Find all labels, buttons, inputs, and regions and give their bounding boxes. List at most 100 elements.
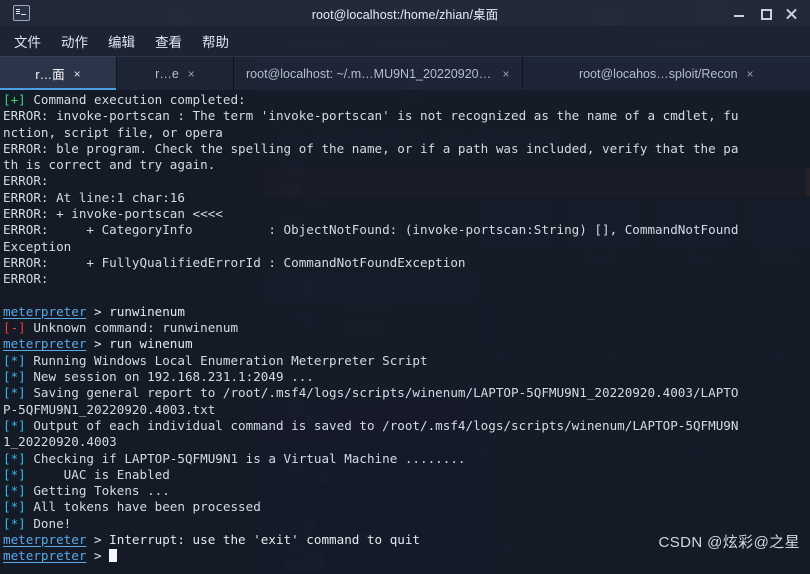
terminal-line: Exception xyxy=(3,239,810,255)
terminal-text: meterpreter xyxy=(3,336,87,352)
menu-item-edit[interactable]: 编辑 xyxy=(108,31,135,51)
terminal-text: [*] xyxy=(3,352,26,368)
tab-2-close-icon[interactable]: × xyxy=(188,68,195,80)
terminal-text: meterpreter xyxy=(3,532,87,548)
window-controls xyxy=(733,7,810,20)
terminal-text: [*] xyxy=(3,466,26,482)
terminal-text: ERROR: + invoke-portscan <<<< xyxy=(3,206,223,222)
tab-3[interactable]: root@localhost: ~/.m…MU9N1_20220920.4003… xyxy=(234,56,523,90)
tab-4-label: root@locahos…sploit/Recon xyxy=(578,66,738,81)
terminal-text: ERROR: xyxy=(3,271,49,287)
terminal-line: meterpreter > xyxy=(3,548,810,564)
terminal-line: ERROR: ble program. Check the spelling o… xyxy=(3,141,810,157)
terminal-text: [*] xyxy=(3,385,26,401)
terminal-text: Checking if LAPTOP-5QFMU9N1 is a Virtual… xyxy=(25,450,466,466)
terminal-text: Running Windows Local Enumeration Meterp… xyxy=(25,352,428,368)
terminal-line: th is correct and try again. xyxy=(3,157,810,173)
terminal-line: [*] Output of each individual command is… xyxy=(3,418,810,434)
tab-4[interactable]: root@locahos…sploit/Recon × xyxy=(522,56,810,90)
tab-1-label: r…面 xyxy=(35,68,65,82)
terminal-icon xyxy=(13,5,30,21)
terminal-text: [*] xyxy=(3,417,26,433)
terminal-line: [*] Getting Tokens ... xyxy=(3,483,810,499)
terminal-text: > runwinenum xyxy=(86,303,185,319)
maximize-button[interactable] xyxy=(759,7,772,20)
terminal-line: [*] New session on 192.168.231.1:2049 ..… xyxy=(3,369,810,385)
terminal-line: [*] Running Windows Local Enumeration Me… xyxy=(3,353,810,369)
terminal-text: th is correct and try again. xyxy=(3,157,216,173)
terminal-text: [*] xyxy=(3,369,26,385)
terminal-text: > Interrupt: use the 'exit' command to q… xyxy=(86,532,421,548)
terminal-text: Unknown command: runwinenum xyxy=(25,320,239,336)
terminal-line: [-] Unknown command: runwinenum xyxy=(3,320,810,336)
terminal-text: UAC is Enabled xyxy=(25,466,170,482)
terminal-line: ERROR: + invoke-portscan <<<< xyxy=(3,206,810,222)
terminal-text: [+] xyxy=(3,92,26,107)
menu-item-action[interactable]: 动作 xyxy=(61,31,88,51)
terminal-text: meterpreter xyxy=(3,548,87,564)
terminal-line: [*] All tokens have been processed xyxy=(3,499,810,515)
terminal-text: > run winenum xyxy=(86,336,193,352)
terminal-text: [*] xyxy=(3,515,26,531)
terminal-text: [*] xyxy=(3,450,26,466)
terminal-text: [*] xyxy=(3,483,26,499)
terminal-text: Output of each individual command is sav… xyxy=(25,417,739,433)
terminal-text: > xyxy=(86,548,110,564)
terminal-text: 1_20220920.4003 xyxy=(3,434,117,450)
terminal-line: meterpreter > runwinenum xyxy=(3,304,810,320)
tab-2[interactable]: r…e × xyxy=(117,56,234,90)
terminal-line-list: [+] Command execution completed: ERROR: i… xyxy=(3,92,810,565)
terminal-text: Getting Tokens ... xyxy=(25,483,170,499)
screenshot-root: shell.PhPDiscovery.q…mingy.elf系统文件(F) 编辑… xyxy=(0,0,810,574)
terminal-line: P-5QFMU9N1_20220920.4003.txt xyxy=(3,402,810,418)
terminal-text xyxy=(109,549,117,563)
menu-item-file[interactable]: 文件 xyxy=(14,31,41,51)
terminal-line: [*] Done! xyxy=(3,516,810,532)
terminal-text: ERROR: ble program. Check the spelling o… xyxy=(3,140,739,156)
terminal-line: ERROR: xyxy=(3,173,810,189)
terminal-text: ERROR: invoke-portscan : The term 'invok… xyxy=(3,108,739,124)
terminal-text: Exception xyxy=(3,238,72,254)
terminal-text: ERROR: xyxy=(3,173,49,189)
tab-1[interactable]: r…面 × xyxy=(0,56,117,90)
terminal-line: ERROR: + FullyQualifiedErrorId : Command… xyxy=(3,255,810,271)
terminal-text: P-5QFMU9N1_20220920.4003.txt xyxy=(3,401,216,417)
terminal-line: ERROR: At line:1 char:16 xyxy=(3,190,810,206)
terminal-line: meterpreter > run winenum xyxy=(3,336,810,352)
terminal-text: ERROR: + CategoryInfo : ObjectNotFound: … xyxy=(3,222,739,238)
minimize-button[interactable] xyxy=(733,7,746,20)
terminal-output[interactable]: [+] Command execution completed: ERROR: i… xyxy=(0,90,810,574)
terminal-text: [*] xyxy=(3,499,26,515)
terminal-text: ERROR: At line:1 char:16 xyxy=(3,189,185,205)
menu-item-help[interactable]: 帮助 xyxy=(202,31,229,51)
terminal-line: [*] Checking if LAPTOP-5QFMU9N1 is a Vir… xyxy=(3,451,810,467)
terminal-text: [-] xyxy=(3,320,26,336)
terminal-text: Done! xyxy=(25,515,72,531)
terminal-text: meterpreter xyxy=(3,303,87,319)
close-button[interactable] xyxy=(785,7,798,20)
window-title: root@localhost:/home/zhian/桌面 xyxy=(311,7,499,22)
tab-4-close-icon[interactable]: × xyxy=(747,68,754,80)
terminal-text: Command execution completed: xyxy=(25,92,246,107)
terminal-text: ERROR: + FullyQualifiedErrorId : Command… xyxy=(3,254,466,270)
terminal-window: root@localhost:/home/zhian/桌面 文件 动作 编辑 查… xyxy=(0,0,810,574)
tab-2-label: r…e xyxy=(155,66,179,81)
tab-3-label: root@localhost: ~/.m…MU9N1_20220920.4003 xyxy=(246,66,494,81)
terminal-line: ERROR: invoke-portscan : The term 'invok… xyxy=(3,108,810,124)
terminal-line: [+] Command execution completed: xyxy=(3,92,810,108)
terminal-line: ERROR: + CategoryInfo : ObjectNotFound: … xyxy=(3,222,810,238)
terminal-text: New session on 192.168.231.1:2049 ... xyxy=(25,369,314,385)
tab-3-close-icon[interactable]: × xyxy=(502,68,509,80)
terminal-text: Saving general report to /root/.msf4/log… xyxy=(25,385,739,401)
terminal-line: ERROR: xyxy=(3,271,810,287)
terminal-line: nction, script file, or opera xyxy=(3,125,810,141)
tab-1-close-icon[interactable]: × xyxy=(74,68,81,80)
menu-bar: 文件 动作 编辑 查看 帮助 xyxy=(0,26,810,56)
title-bar: root@localhost:/home/zhian/桌面 xyxy=(0,0,810,26)
menu-item-view[interactable]: 查看 xyxy=(155,31,182,51)
terminal-line: 1_20220920.4003 xyxy=(3,434,810,450)
terminal-line: meterpreter > Interrupt: use the 'exit' … xyxy=(3,532,810,548)
terminal-line: [*] UAC is Enabled xyxy=(3,467,810,483)
tab-bar: r…面 × r…e × root@localhost: ~/.m…MU9N1_2… xyxy=(0,56,810,90)
